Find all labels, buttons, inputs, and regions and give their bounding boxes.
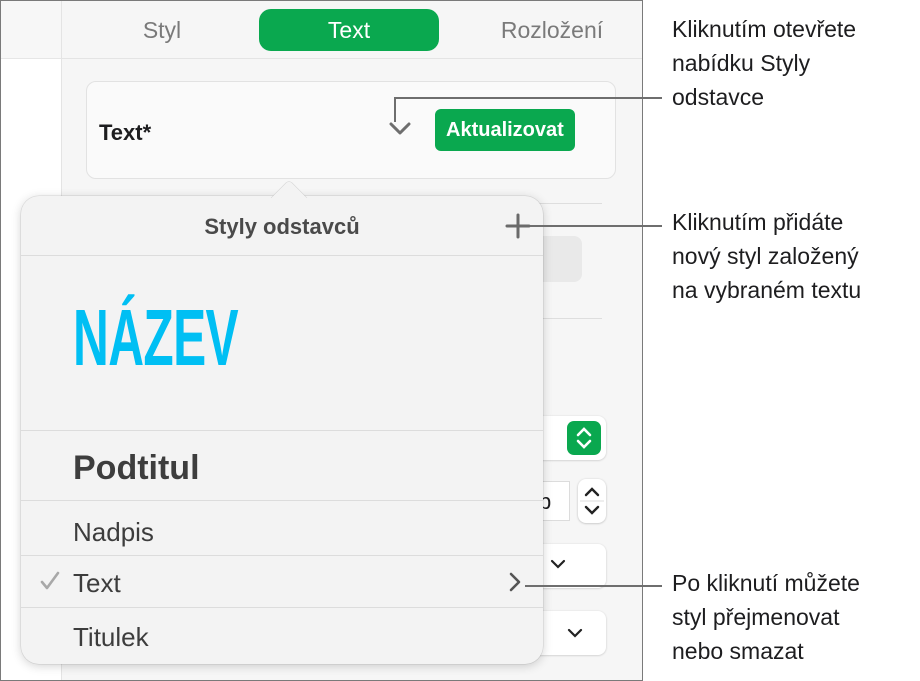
popover-title: Styly odstavců	[204, 214, 360, 239]
chevron-right-icon[interactable]	[507, 571, 523, 593]
style-label: Podtitul	[73, 449, 200, 487]
style-item-heading[interactable]: Nadpis	[21, 501, 543, 556]
inspector-tabs: Styl Text Rozložení	[62, 1, 642, 59]
current-paragraph-style: Text*	[99, 120, 152, 145]
callout-add-style: Kliknutím přidáte nový styl založený na …	[672, 209, 862, 303]
font-size-stepper[interactable]	[578, 479, 606, 523]
paragraph-style-selector[interactable]: Text* Aktualizovat	[86, 81, 616, 179]
style-label: Text	[73, 568, 121, 598]
style-label: Titulek	[73, 622, 149, 652]
style-item-caption[interactable]: Titulek	[21, 608, 543, 664]
font-stepper-button[interactable]	[567, 421, 601, 455]
checkmark-icon	[39, 570, 61, 592]
tab-text[interactable]: Text	[259, 9, 439, 51]
popover-header: Styly odstavců	[21, 196, 543, 256]
style-item-text[interactable]: Text	[21, 556, 543, 608]
popover-arrow	[265, 172, 313, 198]
plus-icon[interactable]	[505, 213, 531, 239]
app-window: Styl Text Rozložení Text* Aktualizovat b	[0, 0, 643, 681]
style-label: NÁZEV	[73, 293, 239, 382]
callout-rename-delete: Po kliknutí můžete styl přejmenovat nebo…	[672, 570, 860, 664]
callout-line-1-vertical	[394, 98, 396, 122]
paragraph-styles-popover: Styly odstavců NÁZEV Podtitul Nadpis Tex…	[21, 196, 543, 664]
tab-style[interactable]: Styl	[102, 9, 222, 51]
style-item-title[interactable]: NÁZEV	[21, 256, 543, 431]
canvas-toolbar-area	[1, 1, 61, 59]
style-item-subtitle[interactable]: Podtitul	[21, 431, 543, 501]
update-style-button[interactable]: Aktualizovat	[435, 109, 575, 151]
tab-layout[interactable]: Rozložení	[462, 9, 642, 51]
callout-line-1	[394, 97, 662, 99]
style-label: Nadpis	[73, 517, 154, 547]
callout-line-2	[530, 225, 662, 227]
callout-line-3	[525, 585, 662, 587]
callout-open-styles: Kliknutím otevřete nabídku Styly odstavc…	[672, 16, 857, 110]
chevron-down-icon[interactable]	[387, 118, 413, 138]
